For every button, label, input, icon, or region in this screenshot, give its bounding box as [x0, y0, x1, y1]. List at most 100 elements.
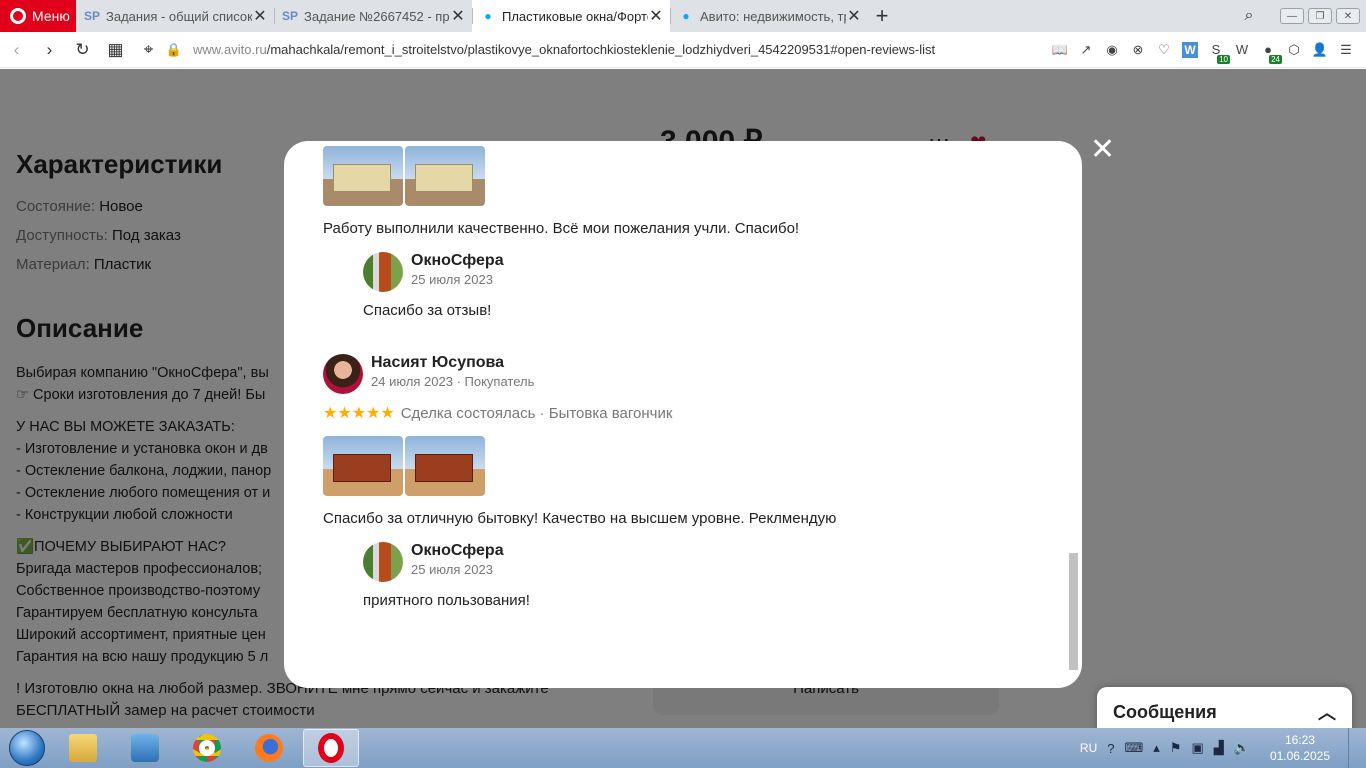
reply-date: 25 июля 2023 — [411, 562, 493, 577]
taskbar-chrome[interactable] — [179, 729, 235, 767]
help-icon[interactable]: ? — [1107, 741, 1114, 756]
tab-task-2667452[interactable]: SP Задание №2667452 - прос ✕ — [274, 0, 472, 32]
network-icon[interactable]: ▟ — [1214, 740, 1224, 756]
messages-label: Сообщения — [1113, 701, 1217, 722]
easy-setup-icon[interactable]: ☰ — [1338, 42, 1354, 58]
clock-time: 16:23 — [1284, 733, 1315, 747]
sd-extension-icon[interactable]: S 10 — [1208, 42, 1230, 64]
review-photos — [323, 436, 485, 496]
language-indicator[interactable]: RU — [1080, 741, 1097, 755]
tab-close-icon[interactable]: ✕ — [450, 8, 466, 25]
opera-icon — [318, 733, 344, 763]
tab-title: Задание №2667452 - прос — [304, 8, 450, 24]
tab-tasks-list[interactable]: SP Задания - общий список s ✕ — [76, 0, 274, 32]
reviewer-avatar[interactable] — [323, 354, 363, 394]
review-photo[interactable] — [405, 146, 485, 206]
keyboard-icon[interactable]: ⌨ — [1125, 740, 1144, 756]
tab-close-icon[interactable]: ✕ — [648, 8, 664, 25]
chrome-icon — [193, 734, 221, 762]
taskbar-firefox[interactable] — [241, 729, 297, 767]
clock-date: 01.06.2025 — [1269, 749, 1330, 763]
w-extension-icon[interactable]: W — [1182, 41, 1198, 58]
seller-avatar[interactable] — [363, 542, 403, 582]
vk-extension-icon[interactable]: ● 24 — [1260, 42, 1282, 64]
seller-reply: ОкноСфера 25 июля 2023 — [363, 252, 504, 292]
new-tab-button[interactable]: + — [868, 0, 896, 32]
review-text: Работу выполнили качественно. Всё мои по… — [323, 220, 800, 237]
modal-close-icon[interactable]: ✕ — [1090, 135, 1115, 165]
volume-icon[interactable]: 🔈 — [1234, 740, 1250, 756]
chevron-up-icon[interactable]: ︿ — [1318, 699, 1336, 725]
windows-orb-icon — [9, 730, 45, 766]
back-icon[interactable]: ‹ — [0, 40, 33, 60]
taskbar: RU ? ⌨ ▴ ⚑ ▣ ▟ 🔈 16:23 01.06.2025 — [0, 728, 1366, 768]
review-meta: 24 июля 2023 · Покупатель — [371, 374, 535, 389]
reviewer-name[interactable]: Насият Юсупова — [371, 354, 534, 372]
reader-icon[interactable]: 📖 — [1052, 42, 1068, 58]
vk-badge: 24 — [1269, 54, 1282, 64]
deal-info: Сделка состоялась · Бытовка вагончик — [400, 405, 673, 422]
review-photos — [323, 146, 485, 206]
review-header: Насият Юсупова 24 июля 2023 · Покупатель — [323, 354, 534, 394]
url-host: www.avito.ru — [193, 42, 267, 57]
opera-menu-button[interactable]: Меню — [0, 0, 76, 32]
opera-logo-icon — [10, 8, 26, 24]
modal-scrollbar[interactable] — [1069, 553, 1078, 670]
page-content: Характеристики Состояние: Новое Доступно… — [0, 69, 1366, 728]
reply-text: приятного пользования! — [363, 592, 530, 609]
rating-stars: ★★★★★ — [323, 405, 395, 422]
minimize-button[interactable]: — — [1280, 8, 1304, 24]
avito-favicon-icon: ● — [484, 9, 492, 23]
location-icon[interactable]: ⌖ — [132, 40, 165, 60]
wiki-extension-icon[interactable]: W — [1234, 42, 1250, 58]
sp-favicon-icon: SP — [282, 9, 299, 23]
folder-icon — [69, 734, 97, 762]
lock-icon[interactable]: 🔒 — [165, 42, 183, 58]
profile-icon[interactable]: 👤 — [1312, 42, 1328, 58]
share-icon[interactable]: ↗ — [1078, 42, 1094, 58]
reload-icon[interactable]: ↻ — [66, 40, 99, 60]
review-photo[interactable] — [323, 436, 403, 496]
seller-name[interactable]: ОкноСфера — [411, 542, 504, 560]
forward-icon[interactable]: › — [33, 40, 66, 60]
tab-plastic-windows[interactable]: ● Пластиковые окна/Форто ✕ — [472, 0, 670, 32]
media-player-icon — [131, 734, 159, 762]
heart-icon[interactable]: ♡ — [1156, 42, 1172, 58]
taskbar-explorer[interactable] — [55, 729, 111, 767]
url-field[interactable]: www.avito.ru/mahachkala/remont_i_stroite… — [193, 42, 1052, 57]
show-hidden-icons[interactable]: ▴ — [1153, 740, 1160, 756]
tab-close-icon[interactable]: ✕ — [846, 8, 862, 25]
tab-search-icon[interactable]: ⌕ — [1236, 7, 1262, 25]
review-photo[interactable] — [405, 436, 485, 496]
tab-title: Авито: недвижимость, тра — [700, 8, 846, 24]
start-button[interactable] — [5, 728, 49, 768]
seller-name[interactable]: ОкноСфера — [411, 252, 504, 270]
tab-avito-realty[interactable]: ● Авито: недвижимость, тра ✕ — [670, 0, 868, 32]
clock[interactable]: 16:23 01.06.2025 — [1270, 732, 1330, 764]
action-center-icon[interactable]: ⚑ — [1170, 740, 1182, 756]
taskbar-opera[interactable] — [303, 729, 359, 767]
review-text: Спасибо за отличную бытовку! Качество на… — [323, 510, 837, 527]
taskbar-media-player[interactable] — [117, 729, 173, 767]
review-rating-row: ★★★★★ Сделка состоялась · Бытовка вагончи… — [323, 403, 672, 423]
system-tray: RU ? ⌨ ▴ ⚑ ▣ ▟ 🔈 16:23 01.06.2025 — [1080, 728, 1366, 768]
review-photo[interactable] — [323, 146, 403, 206]
menu-label: Меню — [32, 8, 70, 24]
tab-title: Пластиковые окна/Форто — [502, 8, 648, 24]
url-path: /mahachkala/remont_i_stroitelstvo/plasti… — [266, 42, 936, 57]
tab-close-icon[interactable]: ✕ — [252, 8, 268, 25]
seller-avatar[interactable] — [363, 252, 403, 292]
cube-extension-icon[interactable]: ⬡ — [1286, 42, 1302, 58]
messages-panel[interactable]: Сообщения ︿ — [1097, 687, 1352, 728]
devices-icon[interactable]: ▣ — [1191, 740, 1203, 756]
close-window-button[interactable]: ✕ — [1336, 8, 1360, 24]
snapshot-icon[interactable]: ◉ — [1104, 42, 1120, 58]
adblock-icon[interactable]: ⊗ — [1130, 42, 1146, 58]
address-bar: ‹ › ↻ ▦ ⌖ 🔒 www.avito.ru/mahachkala/remo… — [0, 32, 1366, 68]
show-desktop-button[interactable] — [1348, 728, 1360, 768]
maximize-button[interactable]: ❐ — [1308, 8, 1332, 24]
speed-dial-icon[interactable]: ▦ — [99, 40, 132, 60]
seller-reply: ОкноСфера 25 июля 2023 — [363, 542, 504, 582]
tab-title: Задания - общий список s — [106, 8, 252, 24]
sd-badge: 10 — [1217, 54, 1230, 64]
